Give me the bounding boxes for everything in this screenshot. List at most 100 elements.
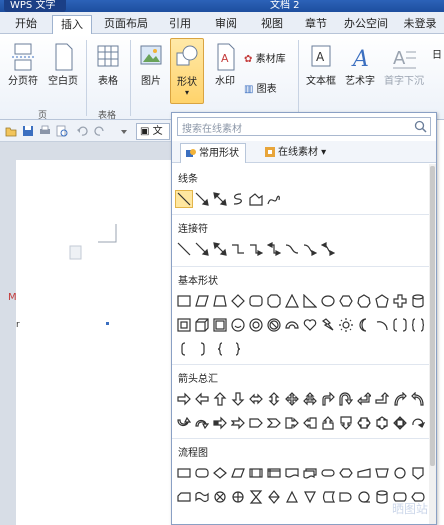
flowchart-manual-input-icon[interactable] [357,466,371,480]
quad-arrow-callout-shape-icon[interactable] [393,416,407,430]
trapezoid-shape-icon[interactable] [213,294,227,308]
tab-view[interactable]: 视图 [252,15,292,34]
tab-references[interactable]: 引用 [160,15,200,34]
pentagon-shape-icon[interactable] [375,294,389,308]
flowchart-stored-data-icon[interactable] [321,490,335,504]
flowchart-decision-icon[interactable] [213,466,227,480]
left-right-up-arrow-shape-icon[interactable] [303,392,317,406]
block-arc-shape-icon[interactable] [285,318,299,332]
hexagon-shape-icon[interactable] [339,294,353,308]
connector-curved-icon[interactable] [285,242,299,256]
cross-shape-icon[interactable] [393,294,407,308]
flowchart-connector-icon[interactable] [393,466,407,480]
up-down-arrow-shape-icon[interactable] [267,392,281,406]
right-arrow-shape-icon[interactable] [177,392,191,406]
chevron-shape-icon[interactable] [267,416,281,430]
lightning-bolt-shape-icon[interactable] [321,318,335,332]
page-break-button[interactable]: 分页符 [4,42,42,87]
scrollbar-thumb[interactable] [430,166,435,466]
left-right-arrow-callout-shape-icon[interactable] [357,416,371,430]
left-right-arrow-shape-icon[interactable] [249,392,263,406]
flowchart-or-icon[interactable] [231,490,245,504]
diamond-shape-icon[interactable] [231,294,245,308]
tab-page-layout[interactable]: 页面布局 [96,15,156,34]
open-icon[interactable] [5,125,17,137]
tab-office-space[interactable]: 办公空间 [338,15,394,34]
blank-page-button[interactable]: 空白页 [44,42,82,87]
curve-shape-icon[interactable] [231,192,245,206]
connector-straight-double-arrow-icon[interactable] [213,242,227,256]
double-bracket-shape-icon[interactable] [393,318,407,332]
wordart-button[interactable]: A 艺术字 [342,42,378,87]
connector-curved-arrow-icon[interactable] [303,242,317,256]
oval-shape-icon[interactable] [321,294,335,308]
down-arrow-shape-icon[interactable] [231,392,245,406]
notched-right-arrow-shape-icon[interactable] [231,416,245,430]
down-arrow-callout-shape-icon[interactable] [339,416,353,430]
can-shape-icon[interactable] [411,294,425,308]
donut-shape-icon[interactable] [249,318,263,332]
tab-insert[interactable]: 插入 [52,15,92,34]
tab-home[interactable]: 开始 [4,15,48,34]
left-bracket-shape-icon[interactable] [177,342,191,356]
striped-right-arrow-shape-icon[interactable] [213,416,227,430]
flowchart-predefined-process-icon[interactable] [249,466,263,480]
tab-online-material[interactable]: 在线素材 ▾ [260,143,332,163]
connector-straight-arrow-icon[interactable] [195,242,209,256]
up-arrow-shape-icon[interactable] [213,392,227,406]
triangle-shape-icon[interactable] [285,294,299,308]
tab-common-shapes[interactable]: 常用形状 [180,143,246,163]
rounded-rectangle-shape-icon[interactable] [249,294,263,308]
octagon-shape-icon[interactable] [267,294,281,308]
tab-section[interactable]: 章节 [296,15,336,34]
flowchart-summing-junction-icon[interactable] [213,490,227,504]
right-bracket-shape-icon[interactable] [195,342,209,356]
picture-button[interactable]: 图片 [134,42,168,87]
table-button[interactable]: 表格 [90,42,126,87]
sun-shape-icon[interactable] [339,318,353,332]
save-icon[interactable] [22,125,34,137]
customize-dropdown-icon[interactable] [118,125,130,137]
smiley-face-shape-icon[interactable] [231,318,245,332]
flowchart-punched-tape-icon[interactable] [195,490,209,504]
date-button[interactable]: 日 [430,46,444,61]
flowchart-preparation-icon[interactable] [339,466,353,480]
redo-icon[interactable] [94,125,106,137]
panel-scrollbar[interactable] [429,164,436,524]
tab-review[interactable]: 审阅 [204,15,248,34]
up-arrow-callout-shape-icon[interactable] [321,416,335,430]
connector-straight-icon[interactable] [177,242,191,256]
flowchart-multidocument-icon[interactable] [303,466,317,480]
right-arrow-callout-shape-icon[interactable] [285,416,299,430]
flowchart-manual-operation-icon[interactable] [375,466,389,480]
connector-elbow-arrow-icon[interactable] [249,242,263,256]
shapes-button[interactable]: 形状 ▾ [170,38,204,104]
moon-shape-icon[interactable] [357,318,371,332]
rectangle-shape-icon[interactable] [177,294,191,308]
curved-down-arrow-shape-icon[interactable] [195,416,209,430]
flowchart-collate-icon[interactable] [249,490,263,504]
flowchart-document-icon[interactable] [285,466,299,480]
left-arrow-callout-shape-icon[interactable] [303,416,317,430]
curved-right-arrow-shape-icon[interactable] [393,392,407,406]
app-menu-button[interactable]: WPS 文字 [4,0,66,12]
search-input[interactable]: 搜索在线素材 [177,117,431,136]
flowchart-card-icon[interactable] [177,490,191,504]
chart-button[interactable]: ▥ 图表 [244,80,294,95]
document-page[interactable]: M r [8,160,172,525]
double-arrow-line-shape-icon[interactable] [213,192,227,206]
quad-arrow-shape-icon[interactable] [285,392,299,406]
flowchart-internal-storage-icon[interactable] [267,466,281,480]
flowchart-offpage-connector-icon[interactable] [411,466,425,480]
frame-shape-icon[interactable] [177,318,191,332]
bevel-shape-icon[interactable] [213,318,227,332]
connector-elbow-double-arrow-icon[interactable] [267,242,281,256]
bent-arrow-shape-icon[interactable] [321,392,335,406]
heptagon-shape-icon[interactable] [357,294,371,308]
u-turn-arrow-shape-icon[interactable] [339,392,353,406]
no-symbol-shape-icon[interactable] [267,318,281,332]
flowchart-magnetic-disk-icon[interactable] [375,490,389,504]
search-icon[interactable] [414,120,427,133]
right-brace-shape-icon[interactable] [231,342,245,356]
flowchart-data-icon[interactable] [231,466,245,480]
